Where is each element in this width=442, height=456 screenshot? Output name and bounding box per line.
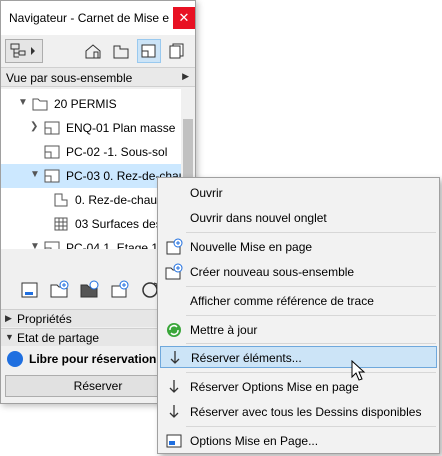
chevron-down-icon[interactable]: ▼ — [18, 97, 28, 108]
menu-separator — [186, 232, 436, 233]
window-title: Navigateur - Carnet de Mise en page — [9, 11, 169, 25]
view-selector[interactable]: Vue par sous-ensemble ▶ — [1, 67, 195, 87]
title-bar: Navigateur - Carnet de Mise en page ✕ — [1, 1, 195, 35]
new-layout-icon — [165, 238, 183, 256]
chevron-right-icon[interactable]: ❯ — [30, 121, 38, 132]
layout-icon — [44, 169, 60, 183]
tree-row-layout-selected[interactable]: ▼ PC-03 0. Rez-de-chaus — [1, 164, 191, 188]
menu-item-label: Réserver Options Mise en page — [190, 380, 359, 394]
tree-row-layout[interactable]: ▼ PC-04 1. Etage 1er — [1, 236, 181, 249]
context-menu: Ouvrir Ouvrir dans nouvel onglet Nouvell… — [157, 177, 440, 454]
navigator-toolbar — [1, 35, 195, 67]
tree-mode-icon — [10, 43, 35, 58]
menu-item-label: Réserver avec tous les Dessins disponibl… — [190, 405, 422, 419]
menu-item-label: Réserver éléments... — [191, 351, 302, 365]
arrow-down-icon — [166, 349, 184, 367]
layout-book-button[interactable] — [137, 39, 161, 63]
publisher-icon — [169, 43, 184, 59]
menu-item-reserve-elements[interactable]: Réserver éléments... — [160, 346, 437, 368]
menu-item-label: Mettre à jour — [190, 323, 258, 337]
menu-item-new-subset[interactable]: Créer nouveau sous-ensemble — [160, 261, 437, 283]
menu-separator — [186, 315, 436, 316]
menu-item-label: Nouvelle Mise en page — [190, 240, 313, 254]
menu-item-label: Créer nouveau sous-ensemble — [190, 265, 355, 279]
tree-row-drawing[interactable]: 0. Rez-de-chaus — [1, 188, 181, 212]
menu-item-update[interactable]: Mettre à jour — [160, 319, 437, 341]
layout-options-icon — [165, 432, 183, 450]
menu-item-label: Ouvrir dans nouvel onglet — [190, 211, 327, 225]
chevron-right-icon: ▶ — [5, 313, 12, 323]
view-map-button[interactable] — [109, 39, 133, 63]
layout-icon — [44, 145, 60, 159]
menu-item-open[interactable]: Ouvrir — [160, 182, 437, 204]
table-icon — [54, 217, 68, 231]
chevron-right-icon: ▶ — [182, 71, 189, 81]
menu-item-label: Options Mise en Page... — [190, 434, 319, 448]
tree-row-label: PC-04 1. Etage 1er — [66, 241, 169, 249]
navigator-mode-button[interactable] — [5, 39, 43, 63]
status-dot-icon — [7, 351, 23, 367]
menu-separator — [186, 286, 436, 287]
menu-item-layout-options[interactable]: Options Mise en Page... — [160, 430, 437, 452]
layout-icon — [44, 241, 60, 249]
menu-item-label: Ouvrir — [190, 186, 223, 200]
menu-separator — [186, 343, 436, 344]
sharing-label: Etat de partage — [17, 331, 100, 345]
arrow-down-icon — [165, 378, 183, 396]
project-map-button[interactable] — [81, 39, 105, 63]
status-text: Libre pour réservation — [29, 352, 157, 366]
chevron-down-icon[interactable]: ▼ — [30, 169, 40, 180]
menu-separator — [186, 372, 436, 373]
chevron-down-icon[interactable]: ▼ — [30, 241, 40, 249]
close-button[interactable]: ✕ — [173, 7, 195, 29]
menu-item-new-layout[interactable]: Nouvelle Mise en page — [160, 236, 437, 258]
tree-row-label: 20 PERMIS — [54, 97, 117, 111]
menu-item-label: Afficher comme référence de trace — [190, 294, 374, 308]
new-master-icon[interactable] — [109, 279, 131, 301]
tree-row-label: 0. Rez-de-chaus — [75, 193, 164, 207]
master-layout-icon[interactable] — [79, 279, 101, 301]
tree-row-label: 03 Surfaces des — [75, 217, 162, 231]
tree-row-layout[interactable]: ❯ ENQ-01 Plan masse — [1, 116, 181, 140]
new-layout-icon[interactable] — [19, 279, 41, 301]
tree-row-label: PC-02 -1. Sous-sol — [66, 145, 168, 159]
tree-row-drawing[interactable]: 03 Surfaces des — [1, 212, 181, 236]
new-subset-icon[interactable] — [49, 279, 71, 301]
menu-item-trace-reference[interactable]: Afficher comme référence de trace — [160, 290, 437, 312]
scrollbar-thumb[interactable] — [183, 119, 193, 179]
arrow-down-icon — [165, 403, 183, 421]
view-map-icon — [113, 45, 129, 59]
update-icon — [165, 321, 183, 339]
menu-item-reserve-with-drawings[interactable]: Réserver avec tous les Dessins disponibl… — [160, 401, 437, 423]
layout-book-icon — [141, 44, 156, 58]
layout-icon — [44, 121, 60, 135]
tree-row-label: ENQ-01 Plan masse — [66, 121, 176, 135]
tree-row-layout[interactable]: PC-02 -1. Sous-sol — [1, 140, 181, 164]
properties-label: Propriétés — [17, 312, 72, 326]
menu-item-open-new-tab[interactable]: Ouvrir dans nouvel onglet — [160, 207, 437, 229]
drawing-icon — [54, 193, 68, 207]
house-icon — [85, 44, 101, 59]
new-subset-icon — [165, 263, 183, 281]
menu-item-reserve-layout-options[interactable]: Réserver Options Mise en page — [160, 376, 437, 398]
publisher-sets-button[interactable] — [165, 39, 189, 63]
menu-separator — [186, 426, 436, 427]
view-selector-label: Vue par sous-ensemble — [6, 71, 133, 85]
chevron-down-icon: ▼ — [5, 332, 14, 342]
mouse-cursor-icon — [351, 360, 366, 381]
tree-row-folder[interactable]: ▼ 20 PERMIS — [1, 92, 181, 116]
folder-icon — [32, 98, 48, 111]
